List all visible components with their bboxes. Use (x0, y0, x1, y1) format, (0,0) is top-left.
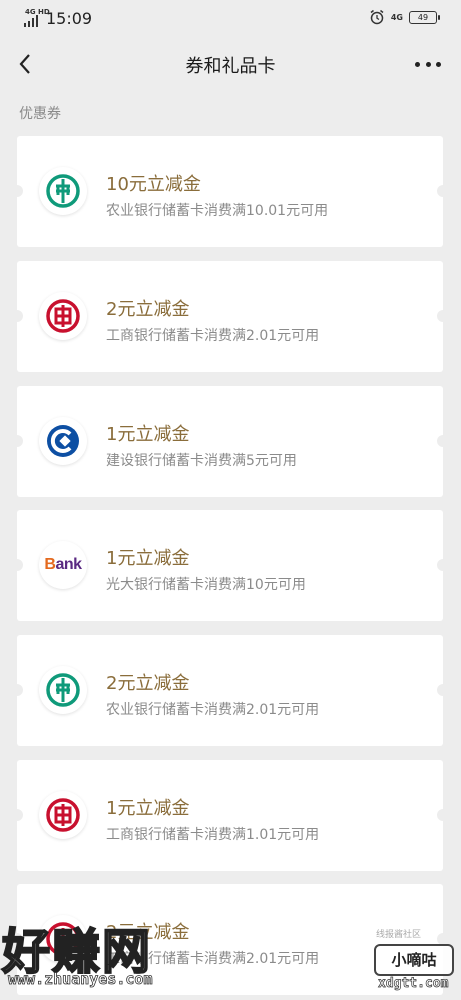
watermark-url: www.zhuanyes.com (8, 970, 153, 989)
coupon-title: 1元立减金 (106, 798, 190, 819)
watermark-right-caption: 线报酱社区 (376, 930, 422, 940)
status-bar: 4G HD 15:09 4G 49 (0, 0, 461, 36)
coupon-description: 农业银行储蓄卡消费满2.01元可用 (106, 702, 320, 718)
coupon-description: 光大银行储蓄卡消费满10元可用 (106, 577, 306, 593)
coupon-description: 农业银行储蓄卡消费满10.01元可用 (106, 203, 329, 219)
coupon-card[interactable]: 1元立减金 工商银行储蓄卡消费满1.01元可用 (11, 760, 449, 871)
coupon-card[interactable]: 2元立减金 农业银行储蓄卡消费满2.01元可用 (11, 635, 449, 746)
page-title: 券和礼品卡 (185, 56, 276, 77)
nav-bar: 券和礼品卡 (0, 36, 461, 92)
section-label: 优惠券 (19, 106, 61, 122)
coupon-title: 2元立减金 (106, 299, 190, 320)
signal-icon (24, 15, 38, 27)
coupon-title: 1元立减金 (106, 548, 190, 569)
battery-level: 49 (417, 12, 429, 22)
coupon-title: 2元立减金 (106, 673, 190, 694)
status-right: 4G 49 (369, 9, 440, 25)
network-right-label: 4G (390, 12, 403, 22)
icbc-bank-logo-icon (39, 292, 87, 340)
battery-icon: 49 (409, 10, 440, 24)
bank-logo-text: Bank (44, 556, 82, 573)
status-left: 4G HD 15:09 (24, 9, 92, 28)
coupon-card[interactable]: 10元立减金 农业银行储蓄卡消费满10.01元可用 (11, 136, 449, 247)
ccb-bank-logo-icon (39, 417, 87, 465)
more-dots-icon[interactable] (415, 56, 441, 72)
watermark-right-url: xdgtt.com (378, 976, 449, 992)
coupon-title: 10元立减金 (106, 174, 201, 195)
watermark-right-logo: 小嘀咕 (374, 944, 454, 976)
abc-bank-logo-icon (39, 666, 87, 714)
coupon-title: 1元立减金 (106, 424, 190, 445)
coupon-card[interactable]: Bank 1元立减金 光大银行储蓄卡消费满10元可用 (11, 510, 449, 621)
coupon-description: 工商银行储蓄卡消费满2.01元可用 (106, 328, 320, 344)
alarm-icon (370, 9, 384, 25)
ceb-bank-logo-icon: Bank (39, 541, 87, 589)
status-time: 15:09 (46, 9, 93, 28)
network-label: 4G HD (25, 8, 50, 16)
abc-bank-logo-icon (39, 167, 87, 215)
coupon-description: 建设银行储蓄卡消费满5元可用 (106, 453, 297, 469)
icbc-bank-logo-icon (39, 791, 87, 839)
coupon-card[interactable]: 1元立减金 建设银行储蓄卡消费满5元可用 (11, 386, 449, 497)
coupon-description: 工商银行储蓄卡消费满1.01元可用 (106, 827, 320, 843)
coupon-card[interactable]: 2元立减金 工商银行储蓄卡消费满2.01元可用 (11, 261, 449, 372)
